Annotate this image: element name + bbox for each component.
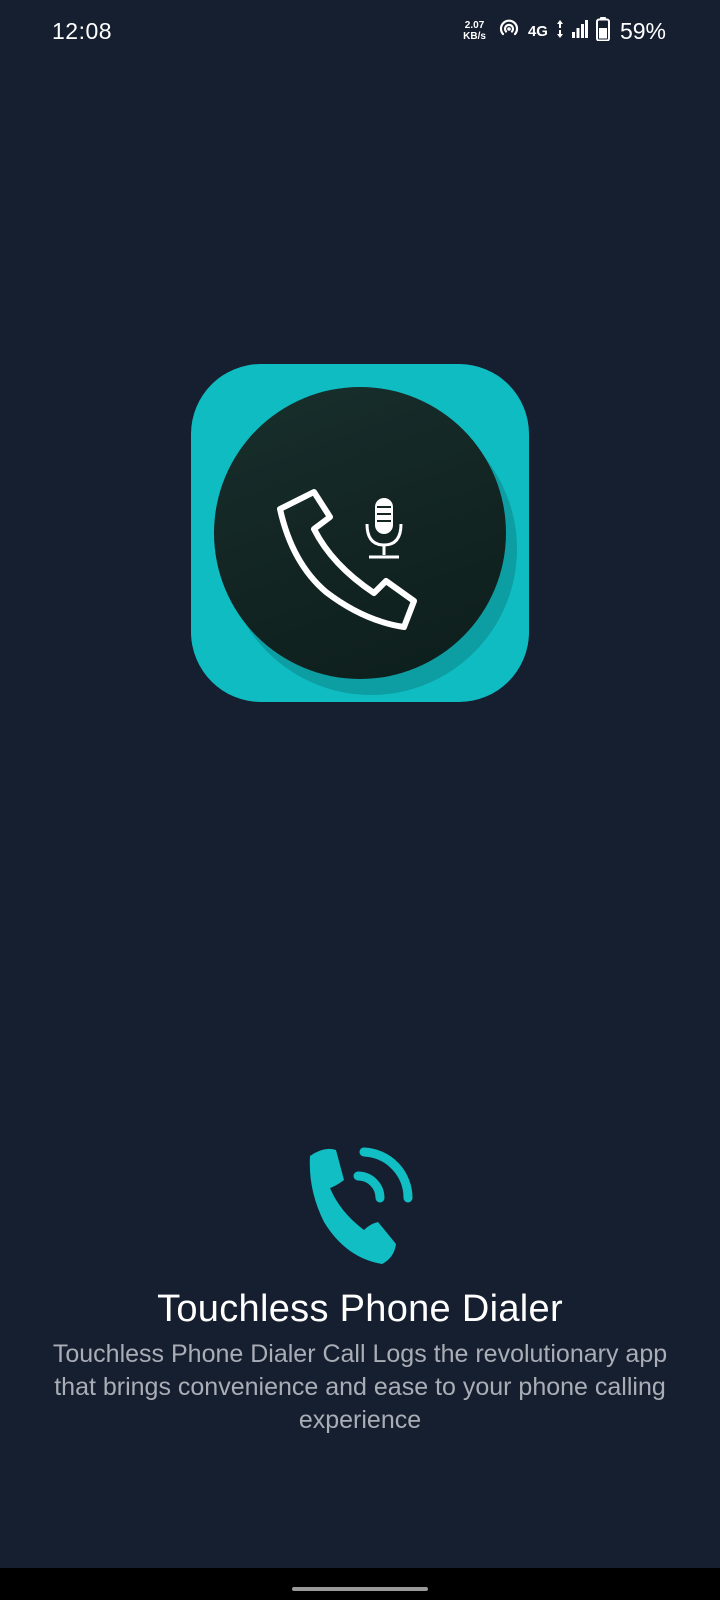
battery-icon bbox=[595, 16, 610, 46]
app-logo-disc bbox=[214, 387, 506, 679]
network-speed: 2.07 KB/s bbox=[463, 20, 486, 42]
data-arrows-icon bbox=[556, 19, 564, 44]
battery-percent: 59% bbox=[619, 17, 666, 44]
status-bar: 12:08 2.07 KB/s 4G 59% bbox=[0, 0, 720, 64]
hotspot-icon bbox=[498, 18, 520, 45]
network-speed-unit: KB/s bbox=[463, 31, 486, 42]
navigation-bar bbox=[0, 1568, 720, 1600]
gesture-handle[interactable] bbox=[292, 1587, 428, 1591]
phone-ringing-icon bbox=[306, 1140, 416, 1270]
app-logo bbox=[191, 364, 529, 702]
network-type: 4G bbox=[527, 22, 548, 40]
phone-handset-icon bbox=[277, 489, 417, 630]
signal-icon bbox=[571, 19, 588, 44]
microphone-icon bbox=[365, 498, 403, 559]
network-speed-value: 2.07 bbox=[464, 20, 485, 31]
splash-title: Touchless Phone Dialer bbox=[157, 1288, 563, 1330]
splash-description: Touchless Phone Dialer Call Logs the rev… bbox=[52, 1340, 668, 1434]
status-time: 12:08 bbox=[52, 18, 113, 44]
status-icons: 2.07 KB/s 4G 59% bbox=[463, 16, 666, 46]
